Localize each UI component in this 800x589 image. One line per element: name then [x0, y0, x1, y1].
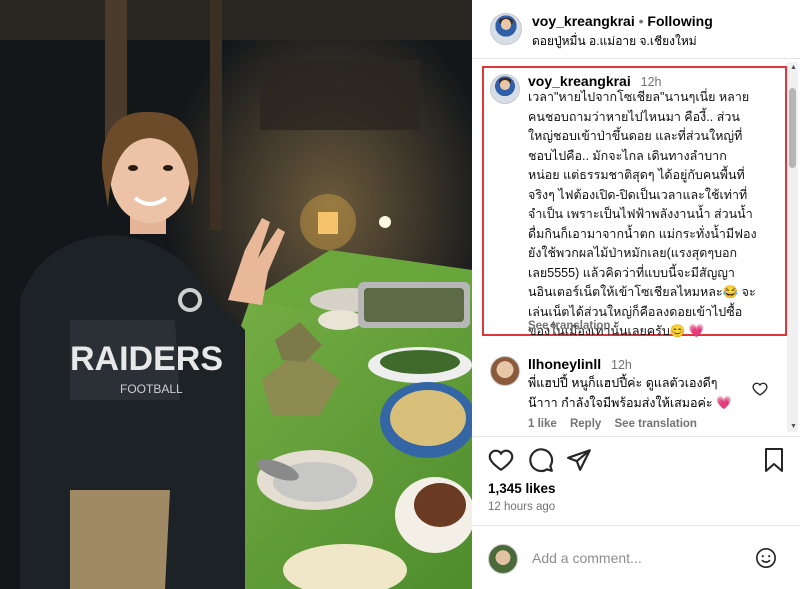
caption-line: ใหญ่ชอบเข้าป่าขึ้นดอย และที่ส่วนใหญ่ที่: [528, 129, 743, 143]
jacket-print-sub: FOOTBALL: [120, 382, 183, 396]
scroll-up-arrow-icon[interactable]: ▲: [790, 64, 797, 71]
following-button[interactable]: Following: [647, 13, 712, 29]
post-location[interactable]: ดอยปู่หมื่น อ.แม่อาย จ.เชียงใหม่: [532, 32, 697, 51]
comment-see-translation-link[interactable]: See translation: [615, 418, 697, 430]
save-bookmark-icon[interactable]: [762, 447, 786, 478]
caption-avatar[interactable]: [490, 74, 520, 104]
post-header: voy_kreangkrai • Following ดอยปู่หมื่น อ…: [472, 0, 800, 59]
scroll-down-arrow-icon[interactable]: ▼: [790, 423, 797, 430]
comment-time[interactable]: 12h: [611, 358, 632, 372]
scrollbar-thumb[interactable]: [789, 88, 796, 168]
caption-line: นอินเตอร์เน็ตให้เข้าโซเชียลไหมหละ😂 จะ: [528, 285, 756, 299]
comment-speech-bubble-icon[interactable]: [528, 447, 554, 478]
comment-line: พี่แฮปปี้ หนูก็แฮปปี้ค่ะ ดูแลตัวเองดีๆ: [528, 376, 718, 390]
caption-text: เวลา"หายไปจากโซเชียล"นานๆเนี่ย หลาย คนชอ…: [528, 88, 768, 342]
comments-scrollbar[interactable]: ▲ ▼: [787, 62, 798, 432]
caption-username[interactable]: voy_kreangkrai: [528, 73, 631, 89]
post-side-panel: voy_kreangkrai • Following ดอยปู่หมื่น อ…: [472, 0, 800, 589]
divider: [472, 436, 800, 437]
commenter-avatar[interactable]: [490, 356, 520, 386]
caption-line: คนชอบถามว่าหายไปไหนมา คืองี้.. ส่วน: [528, 109, 740, 124]
caption-line: จริงๆ ไฟต้องเปิด-ปิดเป็นเวลาและใช้เท่าที…: [528, 187, 748, 202]
author-avatar[interactable]: [490, 13, 522, 45]
caption-line: ชอบไปคือ.. มักจะไกล เดินทางลำบาก: [528, 148, 727, 163]
comment-likes-count[interactable]: 1 like: [528, 418, 557, 430]
like-heart-icon[interactable]: [488, 447, 514, 478]
caption-time[interactable]: 12h: [641, 75, 662, 89]
post-photo[interactable]: RAIDERS FOOTBALL: [0, 0, 472, 589]
likes-count[interactable]: 1,345 likes: [488, 481, 556, 496]
comment-like-heart-icon[interactable]: [752, 381, 768, 402]
caption-line: จำเป็น เพราะเป็นไฟฟ้าพลังงานน้ำ ส่วนน้ำ: [528, 207, 753, 221]
commenter-username[interactable]: llhoneylinll: [528, 356, 601, 372]
add-comment-input[interactable]: Add a comment...: [532, 550, 642, 566]
share-paper-plane-icon[interactable]: [566, 447, 592, 478]
caption-line: ยังใช้พวกผลไม้ป่าหมักเลย(แรงสุดๆบอก: [528, 246, 738, 260]
current-user-avatar: [488, 544, 518, 574]
divider: [472, 525, 800, 526]
emoji-smiley-icon[interactable]: [755, 547, 777, 574]
comment-text: พี่แฮปปี้ หนูก็แฮปปี้ค่ะ ดูแลตัวเองดีๆ น…: [528, 374, 753, 413]
jacket-print: RAIDERS: [70, 340, 223, 378]
post-timestamp[interactable]: 12 hours ago: [488, 501, 555, 513]
caption-line: เลย5555) แล้วคิดว่าที่แบบนี้จะมีสัญญา: [528, 265, 735, 280]
author-username[interactable]: voy_kreangkrai: [532, 13, 635, 29]
comment-reply-button[interactable]: Reply: [570, 418, 601, 430]
comment-line: น๊าาา กำลังใจมีพร้อมส่งให้เสมอค่ะ 💗: [528, 395, 732, 410]
caption-line: ดื่มกินก็เอามาจากน้ำตก แม่กระทั่งน้ำมีฟอ…: [528, 226, 757, 241]
caption-line: เวลา"หายไปจากโซเชียล"นานๆเนี่ย หลาย: [528, 90, 750, 104]
post-photo-illustration: RAIDERS FOOTBALL: [0, 0, 472, 589]
caption-line: หน่อย แต่ธรรมชาติสุดๆ ได้อยู่กับคนพื้นที…: [528, 168, 745, 182]
caption-see-translation-link[interactable]: See translation: [528, 320, 610, 332]
